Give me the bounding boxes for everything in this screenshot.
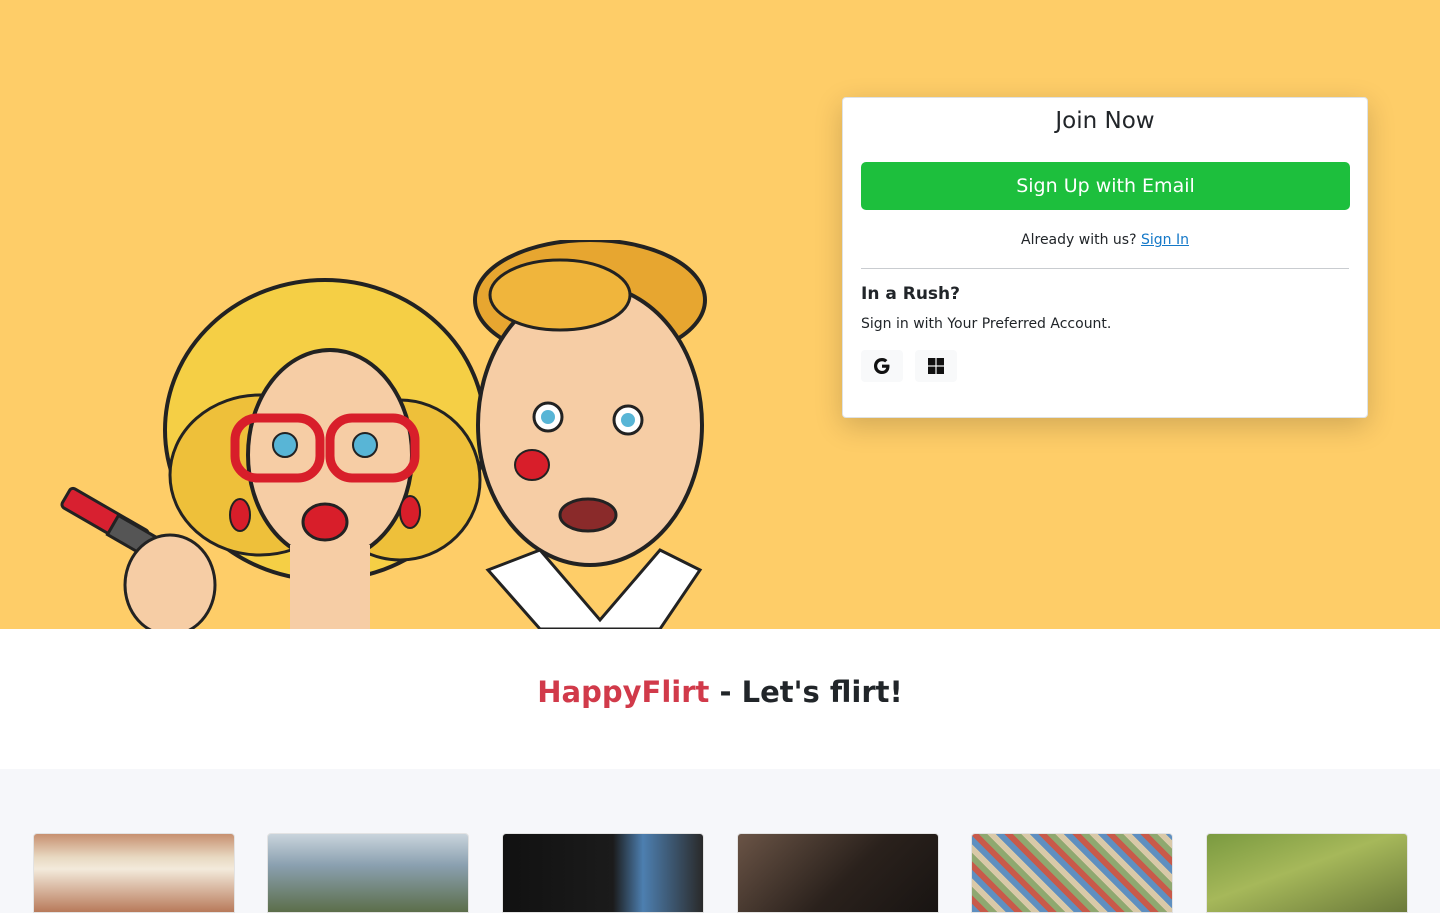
already-member-text: Already with us? Sign In — [843, 232, 1367, 248]
rush-title: In a Rush? — [861, 284, 961, 304]
brand-name: HappyFlirt — [537, 675, 710, 709]
google-icon — [874, 358, 890, 374]
rush-subtitle: Sign in with Your Preferred Account. — [861, 316, 1112, 332]
sign-in-link[interactable]: Sign In — [1141, 232, 1189, 248]
member-gallery — [0, 769, 1440, 913]
windows-icon — [928, 358, 944, 374]
member-photo[interactable] — [1206, 833, 1408, 913]
member-photo[interactable] — [737, 833, 939, 913]
windows-sign-in-button[interactable] — [915, 350, 957, 382]
member-photo[interactable] — [267, 833, 469, 913]
divider — [861, 268, 1349, 269]
join-title: Join Now — [1055, 108, 1155, 134]
tagline: HappyFlirt - Let's flirt! — [0, 675, 1440, 709]
tagline-section: HappyFlirt - Let's flirt! — [0, 629, 1440, 769]
signup-email-button[interactable]: Sign Up with Email — [861, 162, 1350, 210]
hero-illustration — [60, 240, 707, 629]
join-card: Join Now Sign Up with Email Already with… — [842, 97, 1368, 418]
tagline-text: - Let's flirt! — [709, 675, 903, 709]
member-photo[interactable] — [33, 833, 235, 913]
member-photo[interactable] — [502, 833, 704, 913]
google-sign-in-button[interactable] — [861, 350, 903, 382]
member-photo[interactable] — [971, 833, 1173, 913]
hero-section: Join Now Sign Up with Email Already with… — [0, 0, 1440, 629]
already-label: Already with us? — [1021, 232, 1141, 248]
